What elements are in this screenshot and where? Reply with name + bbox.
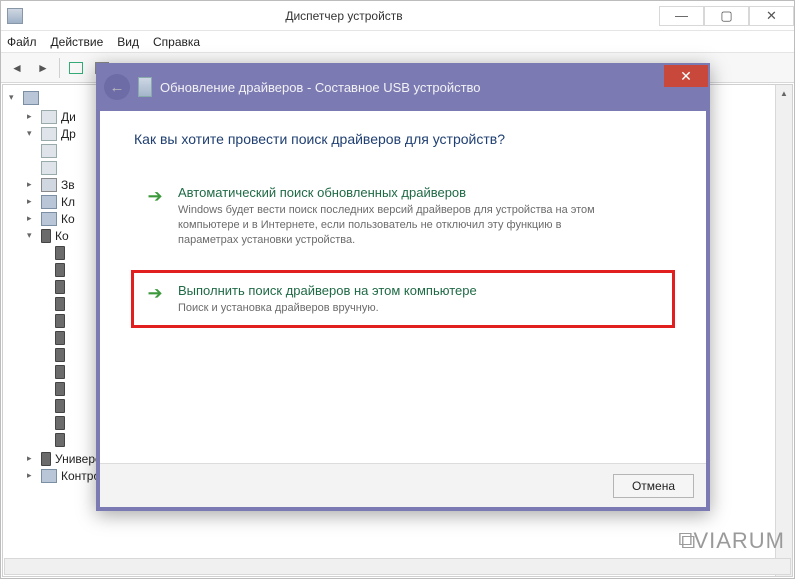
computer-icon [23, 91, 39, 105]
device-icon [41, 127, 57, 141]
device-icon [41, 195, 57, 209]
forward-icon[interactable]: ► [31, 56, 55, 80]
cancel-button[interactable]: Отмена [613, 474, 694, 498]
wizard-titlebar: ← Обновление драйверов - Составное USB у… [96, 63, 710, 111]
tree-label: Ко [55, 229, 69, 243]
expander-icon[interactable]: ▸ [27, 111, 37, 122]
scroll-up-icon[interactable]: ▲ [776, 85, 792, 102]
vertical-scrollbar[interactable]: ▲ [775, 85, 792, 576]
option-auto-search[interactable]: ➔ Автоматический поиск обновленных драйв… [134, 175, 672, 258]
option-title: Выполнить поиск драйверов на этом компью… [178, 283, 477, 298]
window-controls: — ▢ ✕ [659, 6, 794, 26]
driver-icon [138, 77, 152, 97]
expander-icon[interactable]: ▸ [27, 179, 37, 190]
watermark: ⧉ VIARUM [678, 527, 785, 555]
usb-icon [55, 314, 65, 328]
usb-icon [55, 246, 65, 260]
usb-icon [55, 433, 65, 447]
usb-icon [55, 382, 65, 396]
expander-icon[interactable]: ▸ [27, 470, 37, 481]
back-icon[interactable]: ◄ [5, 56, 29, 80]
tree-label: Др [61, 127, 76, 141]
usb-icon [55, 331, 65, 345]
maximize-button[interactable]: ▢ [704, 6, 749, 26]
close-button[interactable]: ✕ [749, 6, 794, 26]
arrow-right-icon: ➔ [146, 187, 164, 205]
tree-label: Зв [61, 178, 75, 192]
toolbar-separator [59, 58, 60, 78]
usb-icon [55, 297, 65, 311]
device-icon [41, 469, 57, 483]
horizontal-scrollbar[interactable] [4, 558, 791, 575]
wizard-heading: Как вы хотите провести поиск драйверов д… [134, 131, 672, 147]
wizard-back-button[interactable]: ← [104, 74, 130, 100]
menu-action[interactable]: Действие [51, 35, 104, 49]
option-title: Автоматический поиск обновленных драйвер… [178, 185, 618, 200]
usb-icon [55, 399, 65, 413]
expander-icon[interactable]: ▾ [9, 92, 19, 103]
device-icon [41, 110, 57, 124]
option-description: Windows будет вести поиск последних верс… [178, 203, 618, 248]
usb-icon [55, 416, 65, 430]
expander-icon[interactable]: ▸ [27, 196, 37, 207]
expander-icon[interactable]: ▸ [27, 213, 37, 224]
wizard-close-button[interactable]: ✕ [664, 65, 708, 87]
usb-icon [55, 365, 65, 379]
option-description: Поиск и установка драйверов вручную. [178, 301, 477, 316]
usb-icon [55, 348, 65, 362]
usb-icon [55, 280, 65, 294]
window-title: Диспетчер устройств [29, 9, 659, 23]
toolbar-btn-1[interactable] [64, 56, 88, 80]
usb-icon [41, 452, 51, 466]
menu-bar: Файл Действие Вид Справка [1, 31, 794, 53]
wizard-body: Как вы хотите провести поиск драйверов д… [100, 111, 706, 463]
logo-icon: ⧉ [678, 527, 689, 555]
minimize-button[interactable]: — [659, 6, 704, 26]
usb-icon [55, 263, 65, 277]
expander-icon[interactable]: ▾ [27, 128, 37, 139]
tree-label: Ко [61, 212, 75, 226]
title-bar: Диспетчер устройств — ▢ ✕ [1, 1, 794, 31]
tree-label: Ди [61, 110, 76, 124]
tree-label: Кл [61, 195, 75, 209]
update-driver-wizard: ← Обновление драйверов - Составное USB у… [96, 63, 710, 511]
wizard-footer: Отмена [100, 463, 706, 507]
device-icon [41, 144, 57, 158]
expander-icon[interactable]: ▸ [27, 453, 37, 464]
device-icon [41, 212, 57, 226]
expander-icon[interactable]: ▾ [27, 230, 37, 241]
watermark-text: VIARUM [693, 528, 785, 554]
device-icon [41, 178, 57, 192]
menu-file[interactable]: Файл [7, 35, 37, 49]
menu-help[interactable]: Справка [153, 35, 200, 49]
device-icon [41, 161, 57, 175]
app-icon [7, 8, 23, 24]
option-browse-computer[interactable]: ➔ Выполнить поиск драйверов на этом комп… [131, 270, 675, 329]
wizard-title: Обновление драйверов - Составное USB уст… [160, 80, 664, 95]
arrow-right-icon: ➔ [146, 285, 164, 303]
device-icon [41, 229, 51, 243]
menu-view[interactable]: Вид [117, 35, 139, 49]
